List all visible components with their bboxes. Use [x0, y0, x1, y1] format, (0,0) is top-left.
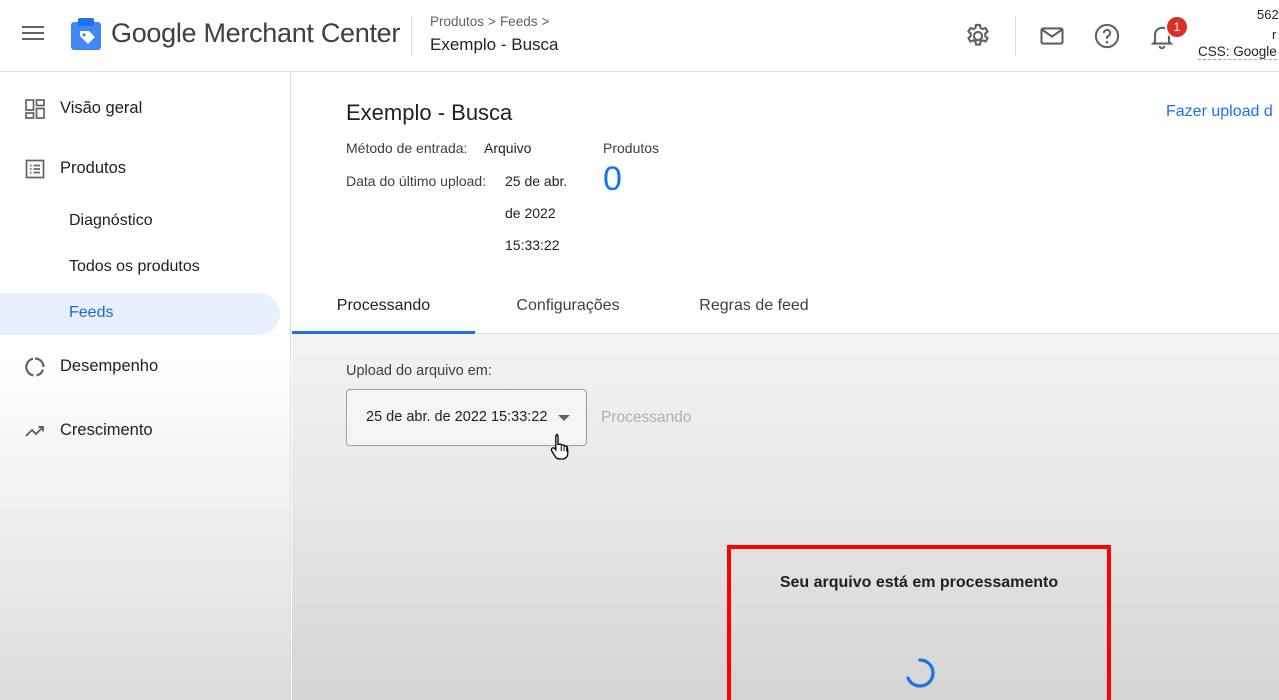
- trending-up-icon: [25, 426, 44, 437]
- sidebar-item-label: Crescimento: [60, 421, 153, 439]
- brand-title: Google Merchant Center: [111, 18, 400, 49]
- sidebar-item-visao-geral[interactable]: Visão geral: [0, 97, 280, 121]
- breadcrumb: Produtos > Feeds >: [430, 14, 550, 29]
- products-count: 0: [603, 160, 622, 198]
- feed-tabs: Processando Configurações Regras de feed: [292, 282, 1279, 334]
- tab-regras-de-feed[interactable]: Regras de feed: [684, 282, 824, 334]
- input-method-value: Arquivo: [484, 140, 532, 156]
- breadcrumb-produtos[interactable]: Produtos: [430, 14, 484, 29]
- processing-panel: Upload do arquivo em: 25 de abr. de 2022…: [292, 334, 1279, 700]
- sidebar-item-label: Todos os produtos: [69, 258, 200, 275]
- sidebar-item-diagnostico[interactable]: Diagnóstico: [0, 201, 280, 243]
- list-icon: [25, 159, 45, 179]
- last-upload-label: Data do último upload:: [346, 173, 487, 189]
- sidebar-item-produtos[interactable]: Produtos: [0, 157, 280, 181]
- last-upload-date-line: 25 de abr.: [505, 173, 568, 189]
- account-id[interactable]: 562: [1257, 7, 1279, 22]
- header-divider: [411, 16, 412, 56]
- sidebar-item-label: Produtos: [60, 159, 127, 177]
- sidebar-item-crescimento[interactable]: Crescimento: [0, 419, 280, 443]
- mail-icon[interactable]: [1038, 22, 1066, 50]
- toolbar-divider: [1015, 16, 1016, 56]
- main-menu-icon[interactable]: [20, 22, 46, 48]
- brand-product: Merchant Center: [203, 18, 401, 48]
- sidebar-item-label: Diagnóstico: [69, 212, 153, 229]
- last-upload-time: 15:33:22: [505, 237, 560, 253]
- processing-status: Processando: [601, 409, 692, 426]
- account-css-label[interactable]: CSS: Google: [1198, 44, 1277, 60]
- hand-pointer-cursor-icon: [550, 433, 569, 460]
- upload-date-selected: 25 de abr. de 2022 15:33:22: [366, 409, 548, 425]
- account-line: r: [1272, 27, 1277, 42]
- tab-configuracoes[interactable]: Configurações: [499, 282, 637, 334]
- upload-file-link[interactable]: Fazer upload d: [1166, 103, 1273, 121]
- input-method-label: Método de entrada:: [346, 140, 468, 156]
- loading-spinner-icon: [906, 658, 935, 688]
- main-content: Exemplo - Busca Fazer upload d Método de…: [292, 72, 1279, 700]
- processing-message: Seu arquivo está em processamento: [779, 574, 1059, 591]
- breadcrumb-feeds[interactable]: Feeds: [500, 14, 538, 29]
- settings-gear-icon[interactable]: [964, 22, 992, 50]
- sidebar-item-label: Feeds: [69, 304, 114, 321]
- breadcrumb-current-page: Exemplo - Busca: [430, 35, 559, 54]
- feed-title: Exemplo - Busca: [346, 100, 513, 125]
- sidebar-item-desempenho[interactable]: Desempenho: [0, 355, 280, 379]
- sidebar: Visão geral Produtos Diagnóstico Todos o…: [0, 72, 291, 700]
- processing-message-box: Seu arquivo está em processamento: [727, 545, 1111, 700]
- products-label: Produtos: [603, 140, 660, 156]
- top-bar: Google Merchant Center Produtos > Feeds > E…: [0, 0, 1279, 72]
- upload-date-label: Upload do arquivo em:: [346, 363, 492, 379]
- notification-count-badge: 1: [1165, 15, 1189, 39]
- sidebar-item-label: Desempenho: [60, 357, 159, 375]
- tab-processando[interactable]: Processando: [292, 282, 475, 334]
- sidebar-item-label: Visão geral: [60, 99, 143, 117]
- dashboard-icon: [25, 99, 45, 119]
- sidebar-item-todos-os-produtos[interactable]: Todos os produtos: [0, 247, 280, 289]
- caret-down-icon: [558, 415, 570, 421]
- merchant-center-logo: [71, 18, 101, 50]
- brand-google: Google: [111, 18, 197, 48]
- last-upload-date-line: de 2022: [505, 205, 556, 221]
- donut-chart-icon: [25, 357, 45, 377]
- sidebar-item-feeds[interactable]: Feeds: [0, 293, 280, 335]
- help-icon[interactable]: [1093, 22, 1121, 50]
